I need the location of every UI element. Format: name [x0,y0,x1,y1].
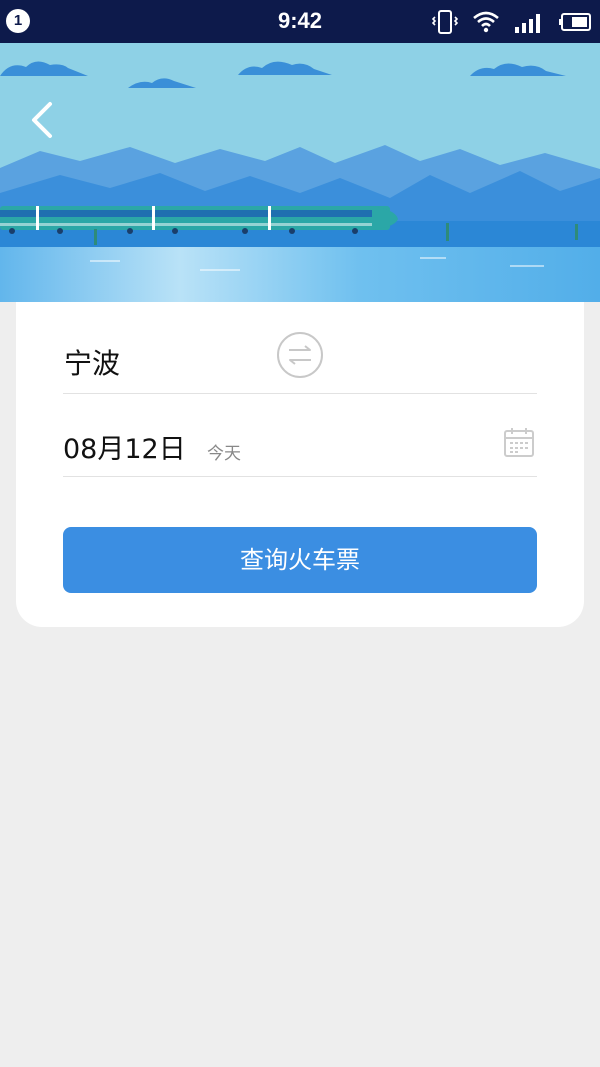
signal-icon [514,11,544,33]
date-hint: 今天 [207,444,241,464]
train-banner [0,43,600,302]
back-button[interactable] [22,98,62,142]
train-icon [0,206,398,234]
search-train-button[interactable]: 查询火车票 [63,527,537,593]
chevron-left-icon [32,102,52,138]
from-station[interactable]: 宁波 [64,342,120,382]
date-value: 08月12日 [63,434,186,465]
vibrate-icon [432,9,458,35]
calendar-icon [504,428,534,457]
wifi-icon [472,11,500,33]
battery-icon [558,12,592,32]
status-icons [432,8,592,35]
status-bar: 1 9:42 [0,0,600,43]
date-picker[interactable]: 08月12日 今天 [63,394,537,477]
station-row: 宁波 [63,302,537,394]
train-illustration [0,43,600,302]
swap-button[interactable] [276,331,324,379]
search-card: 宁波 08月12日 今天 查询火车票 [16,302,584,627]
swap-icon [277,332,323,378]
